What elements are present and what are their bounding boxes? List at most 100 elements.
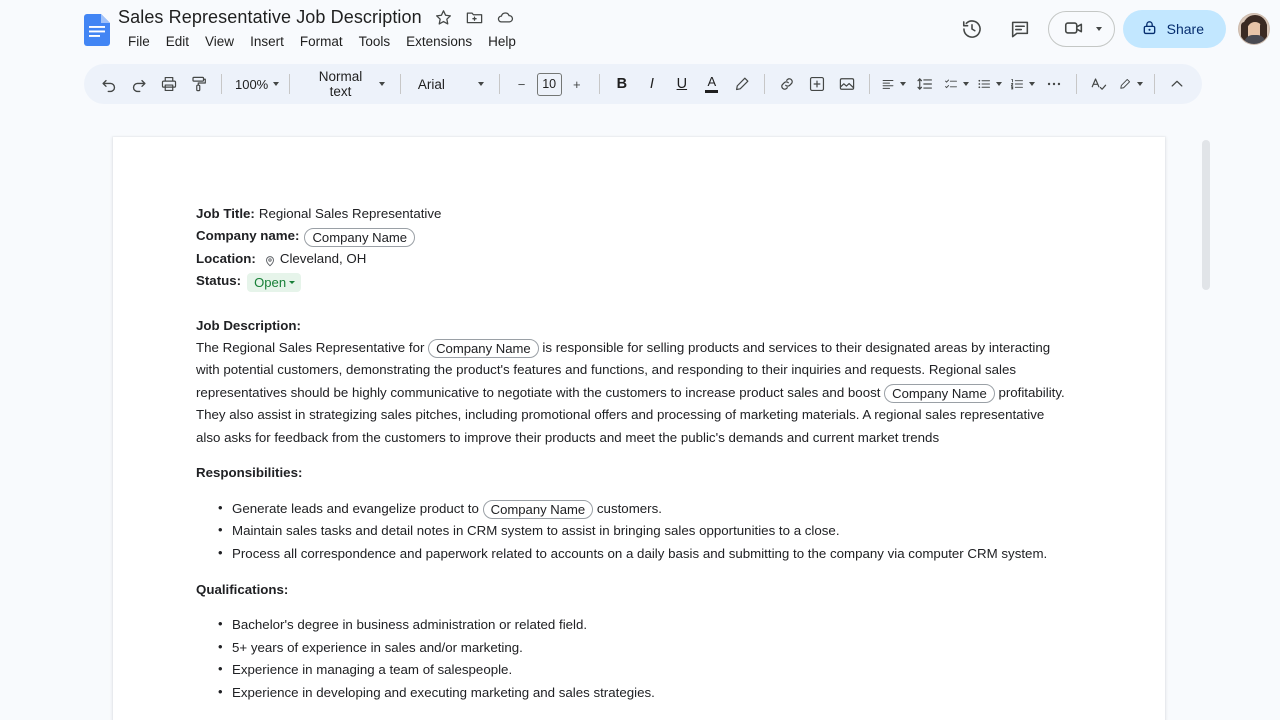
insert-link-icon[interactable]: [772, 69, 802, 99]
list-item: Generate leads and evangelize product to…: [218, 497, 1069, 521]
add-comment-icon[interactable]: [802, 69, 832, 99]
chevron-down-icon: [1136, 82, 1143, 86]
star-icon[interactable]: [434, 8, 453, 27]
smart-chip-company[interactable]: Company Name: [884, 383, 995, 403]
field-label: Location:: [196, 250, 256, 266]
menu-insert[interactable]: Insert: [242, 32, 292, 51]
cloud-saved-icon[interactable]: [496, 8, 515, 27]
location-value[interactable]: Cleveland, OH: [280, 248, 366, 270]
menu-help[interactable]: Help: [480, 32, 524, 51]
qualifications-list: Bachelor's degree in business administra…: [196, 613, 1069, 704]
docs-file-icon[interactable]: [84, 14, 110, 46]
increase-font-size-button[interactable]: +: [562, 69, 592, 99]
font-family-selector[interactable]: Arial: [408, 69, 492, 99]
field-job-title: Job Title: Regional Sales Representative: [196, 203, 1069, 225]
job-description-paragraph: The Regional Sales Representative for Co…: [196, 337, 1069, 450]
lock-icon: [1141, 19, 1158, 39]
avatar[interactable]: [1238, 13, 1270, 45]
text-color-swatch: [705, 90, 719, 93]
chevron-down-icon: [273, 82, 280, 86]
chevron-down-icon: [899, 82, 906, 86]
toolbar-divider: [868, 74, 870, 94]
field-label: Status:: [196, 273, 242, 289]
toolbar-divider: [1153, 74, 1155, 94]
underline-label: U: [676, 76, 688, 92]
title-row: Sales Representative Job Description: [118, 7, 515, 28]
toolbar-divider: [1075, 74, 1077, 94]
meet-button[interactable]: [1047, 11, 1115, 47]
menu-extensions[interactable]: Extensions: [398, 32, 480, 51]
menu-tools[interactable]: Tools: [351, 32, 399, 51]
document-scroll-area[interactable]: Job Title: Regional Sales Representative …: [0, 110, 1280, 720]
field-label: Job Title:: [196, 206, 255, 221]
section-heading-responsibilities: Responsibilities:: [196, 465, 303, 481]
page-title[interactable]: Sales Representative Job Description: [118, 7, 422, 28]
menu-format[interactable]: Format: [292, 32, 351, 51]
align-left-icon[interactable]: [877, 69, 910, 99]
paint-format-icon[interactable]: [184, 69, 214, 99]
google-docs-window: Sales Representative Job Description Fil…: [0, 0, 1280, 720]
smart-chip-company[interactable]: Company Name: [482, 499, 594, 519]
version-history-icon[interactable]: [952, 9, 992, 49]
menu-file[interactable]: File: [120, 32, 158, 51]
chevron-down-icon: [378, 82, 385, 86]
menu-view[interactable]: View: [197, 32, 242, 51]
document-body[interactable]: Job Title: Regional Sales Representative …: [113, 137, 1165, 704]
toolbar-divider: [598, 74, 600, 94]
toolbar-divider: [763, 74, 765, 94]
list-item-text: 5+ years of experience in sales and/or m…: [232, 639, 523, 655]
bulleted-list-icon[interactable]: [973, 69, 1006, 99]
smart-chip-company[interactable]: Company Name: [428, 338, 539, 358]
style-value: Normal text: [318, 69, 363, 99]
list-item: Process all correspondence and paperwork…: [218, 542, 1069, 566]
paragraph-style-selector[interactable]: Normal text: [297, 69, 393, 99]
vertical-scrollbar[interactable]: [1202, 140, 1210, 290]
status-badge[interactable]: Open: [247, 272, 302, 292]
section-heading-qualifications: Qualifications:: [196, 581, 289, 597]
italic-button[interactable]: I: [637, 69, 667, 99]
text-color-button[interactable]: A: [697, 69, 727, 99]
list-item-text: Experience in managing a team of salespe…: [232, 662, 513, 678]
video-camera-icon: [1063, 17, 1085, 42]
underline-button[interactable]: U: [667, 69, 697, 99]
menu-bar: File Edit View Insert Format Tools Exten…: [120, 32, 524, 51]
share-label: Share: [1166, 21, 1204, 37]
menu-edit[interactable]: Edit: [158, 32, 197, 51]
italic-label: I: [649, 76, 654, 92]
list-item-text: Maintain sales tasks and detail notes in…: [232, 523, 840, 539]
chevron-down-icon: [1095, 27, 1102, 31]
smart-chip-company[interactable]: Company Name: [304, 228, 416, 248]
decrease-font-size-button[interactable]: −: [507, 69, 537, 99]
editing-pen-icon[interactable]: [1114, 69, 1147, 99]
chevron-down-icon: [995, 82, 1002, 86]
chevron-down-icon: [1028, 82, 1035, 86]
print-icon[interactable]: [154, 69, 184, 99]
field-status: Status: Open: [196, 270, 1069, 292]
document-page[interactable]: Job Title: Regional Sales Representative …: [113, 137, 1165, 720]
zoom-level-selector[interactable]: 100%: [229, 69, 282, 99]
move-to-folder-icon[interactable]: [465, 8, 484, 27]
list-item: Maintain sales tasks and detail notes in…: [218, 519, 1069, 543]
formatting-toolbar: 100% Normal text Arial − 10 + B I U A: [84, 64, 1202, 104]
more-options-icon[interactable]: [1039, 69, 1069, 99]
list-item-text: Generate leads and evangelize product to: [232, 500, 483, 516]
field-location: Location: Cleveland, OH: [196, 248, 1069, 270]
insert-image-icon[interactable]: [832, 69, 862, 99]
bold-button[interactable]: B: [607, 69, 637, 99]
spelling-check-icon[interactable]: [1084, 69, 1114, 99]
numbered-list-icon[interactable]: [1006, 69, 1039, 99]
checklist-icon[interactable]: [940, 69, 973, 99]
comment-icon[interactable]: [1000, 9, 1040, 49]
redo-icon[interactable]: [124, 69, 154, 99]
highlight-pen-icon[interactable]: [727, 69, 757, 99]
share-button[interactable]: Share: [1122, 10, 1226, 48]
font-size-input[interactable]: 10: [536, 72, 562, 96]
undo-icon[interactable]: [94, 69, 124, 99]
chevron-up-icon[interactable]: [1162, 69, 1192, 99]
header-actions: Share: [952, 9, 1270, 49]
list-item: Bachelor's degree in business administra…: [218, 613, 1069, 637]
line-spacing-icon[interactable]: [910, 69, 940, 99]
